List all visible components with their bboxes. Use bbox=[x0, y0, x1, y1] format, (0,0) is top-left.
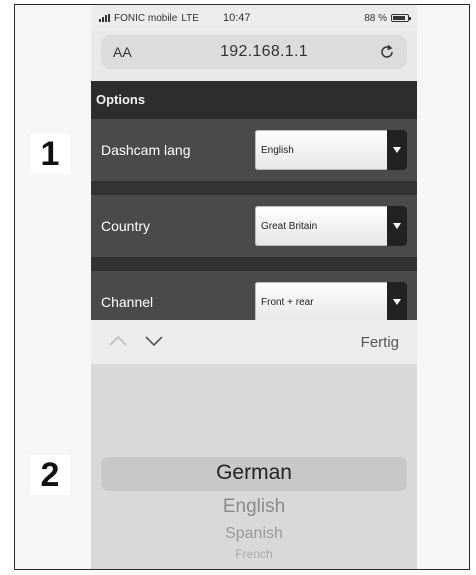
picker-option-spanish[interactable]: Spanish bbox=[91, 525, 417, 543]
row-divider bbox=[91, 257, 417, 271]
battery-percent: 88 % bbox=[364, 12, 387, 24]
option-label: Country bbox=[101, 218, 151, 234]
callout-2: 2 bbox=[30, 455, 70, 495]
country-select[interactable]: Great Britain bbox=[255, 206, 407, 246]
dropdown-arrow-icon[interactable] bbox=[387, 206, 407, 246]
dropdown-arrow-icon[interactable] bbox=[387, 282, 407, 320]
chevron-down-icon[interactable] bbox=[145, 333, 163, 351]
picker-toolbar: Fertig bbox=[91, 320, 417, 365]
row-divider bbox=[91, 181, 417, 195]
signal-icon bbox=[99, 14, 110, 22]
select-value: English bbox=[261, 144, 294, 156]
url-text[interactable]: 192.168.1.1 bbox=[173, 43, 355, 61]
channel-select[interactable]: Front + rear bbox=[255, 282, 407, 320]
option-label: Channel bbox=[101, 294, 154, 310]
status-time: 10:47 bbox=[223, 12, 251, 24]
status-bar: FONIC mobile LTE 10:47 88 % bbox=[91, 5, 417, 31]
picker-option-german[interactable]: German bbox=[91, 461, 417, 485]
carrier-name: FONIC mobile bbox=[114, 12, 178, 24]
language-picker-wheel[interactable]: German English Spanish French bbox=[91, 365, 417, 569]
select-value: Great Britain bbox=[261, 220, 318, 232]
chevron-up-icon[interactable] bbox=[109, 333, 127, 351]
option-row-channel: Channel Front + rear bbox=[91, 271, 417, 320]
done-button[interactable]: Fertig bbox=[361, 334, 399, 351]
dashcam-lang-select[interactable]: English bbox=[255, 130, 407, 170]
address-bar[interactable]: AA 192.168.1.1 bbox=[101, 35, 407, 69]
select-value: Front + rear bbox=[261, 296, 314, 308]
battery-icon bbox=[391, 14, 411, 22]
option-row-dashcam-lang: Dashcam lang English bbox=[91, 119, 417, 181]
options-page: Options Dashcam lang English Country Gre… bbox=[91, 81, 417, 320]
dropdown-arrow-icon[interactable] bbox=[387, 130, 407, 170]
picker-option-english[interactable]: English bbox=[91, 496, 417, 518]
options-header: Options bbox=[91, 81, 417, 119]
text-size-button[interactable]: AA bbox=[113, 44, 173, 60]
network-type: LTE bbox=[181, 12, 199, 24]
callout-1: 1 bbox=[30, 134, 70, 174]
reload-icon[interactable] bbox=[355, 44, 395, 60]
option-label: Dashcam lang bbox=[101, 142, 191, 158]
phone-screen: FONIC mobile LTE 10:47 88 % AA 192.168.1… bbox=[91, 5, 417, 569]
picker-option-french[interactable]: French bbox=[91, 547, 417, 561]
option-row-country: Country Great Britain bbox=[91, 195, 417, 257]
